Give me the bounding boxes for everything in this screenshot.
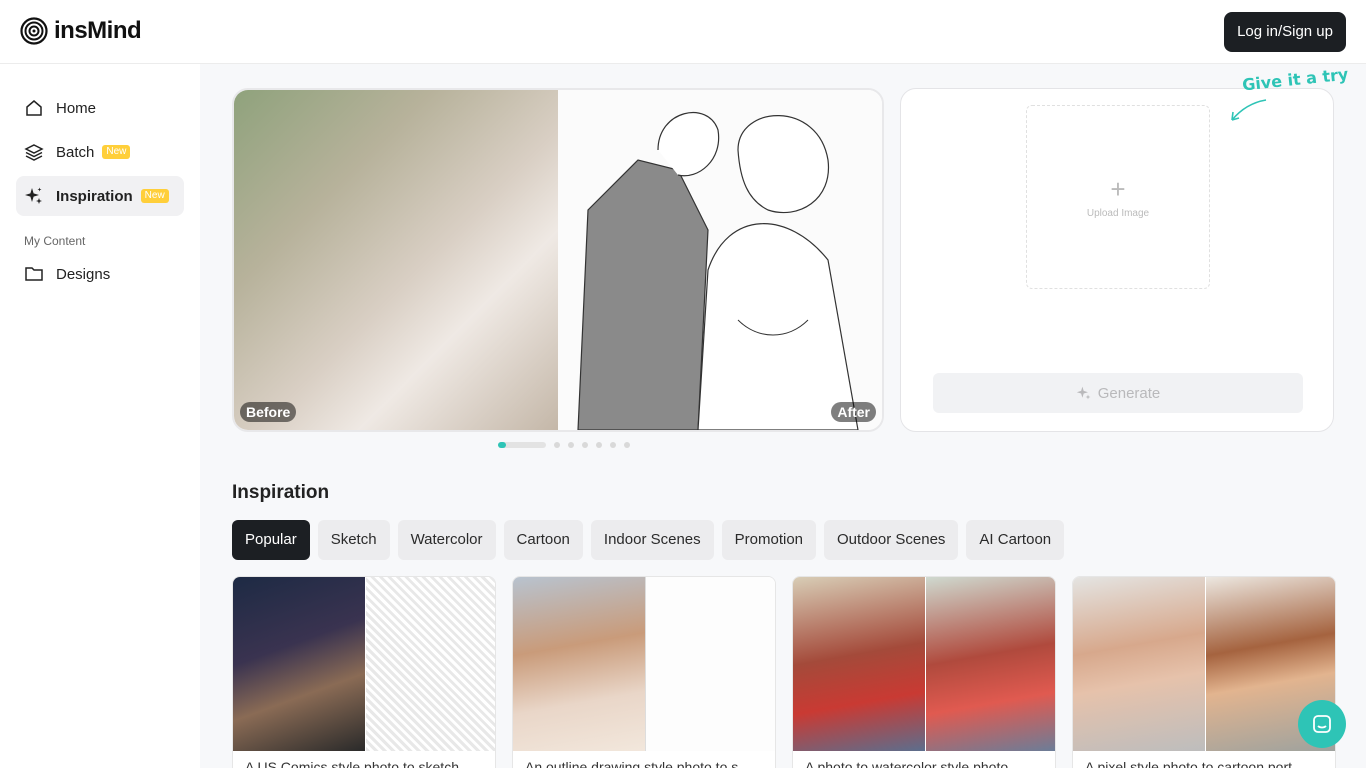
tab-promotion[interactable]: Promotion [721, 520, 817, 560]
carousel-dot[interactable] [554, 442, 560, 448]
card-thumbnail [233, 577, 495, 751]
before-label: Before [240, 402, 297, 422]
inspiration-card[interactable]: A US Comics style photo to sketch [232, 576, 496, 768]
curved-arrow-icon [1231, 99, 1267, 121]
sparkle-icon [25, 187, 42, 204]
carousel-dot[interactable] [582, 442, 588, 448]
main-content: Before After + Upload Image Generate Giv… [200, 64, 1366, 768]
login-signup-button[interactable]: Log in/Sign up [1224, 12, 1346, 52]
inspiration-card-grid: A US Comics style photo to sketch An out… [232, 576, 1336, 768]
sidebar-item-inspiration[interactable]: Inspiration New [16, 176, 184, 216]
inspiration-card[interactable]: An outline drawing style photo to s [512, 576, 776, 768]
upload-panel: + Upload Image Generate [900, 88, 1334, 432]
new-badge: New [140, 189, 169, 203]
after-sketch-photo [558, 90, 882, 430]
sidebar-item-batch[interactable]: Batch New [16, 132, 184, 172]
carousel-dot[interactable] [596, 442, 602, 448]
upload-image-label: Upload Image [1086, 207, 1150, 219]
logo-mark-icon [20, 17, 48, 45]
card-title: A pixel style photo to cartoon port [1085, 759, 1293, 768]
new-badge: New [102, 145, 131, 159]
inspiration-card[interactable]: A pixel style photo to cartoon port [1072, 576, 1336, 768]
chat-icon [1313, 715, 1331, 733]
tab-watercolor[interactable]: Watercolor [397, 520, 496, 560]
home-icon [26, 100, 42, 116]
sidebar-item-designs[interactable]: Designs [16, 254, 184, 294]
carousel-dot[interactable] [568, 442, 574, 448]
plus-icon: + [1110, 173, 1126, 204]
card-thumbnail [1073, 577, 1335, 751]
generate-label: Generate [1097, 384, 1161, 402]
layers-icon [24, 144, 44, 161]
sidebar-item-home[interactable]: Home [16, 88, 184, 128]
inspiration-section-title: Inspiration [232, 482, 330, 503]
logo[interactable]: insMind [20, 17, 142, 45]
before-after-carousel[interactable]: Before After [232, 88, 884, 432]
card-title: A photo to watercolor style photo [805, 759, 1009, 768]
inspiration-tabs: Popular Sketch Watercolor Cartoon Indoor… [232, 520, 1065, 560]
carousel-pagination [498, 442, 630, 448]
card-thumbnail [793, 577, 1055, 751]
sparkle-icon [1076, 386, 1091, 400]
tab-indoor-scenes[interactable]: Indoor Scenes [590, 520, 714, 560]
folder-icon [25, 267, 43, 281]
tab-sketch[interactable]: Sketch [317, 520, 390, 560]
sidebar-item-label: Inspiration [56, 187, 133, 205]
sidebar-item-label: Home [56, 99, 97, 117]
tab-cartoon[interactable]: Cartoon [503, 520, 583, 560]
after-label: After [831, 402, 876, 422]
sidebar: Home Batch New Inspiration New My Conten… [0, 64, 200, 768]
logo-text: insMind [54, 17, 142, 44]
tab-outdoor-scenes[interactable]: Outdoor Scenes [824, 520, 959, 560]
card-title: A US Comics style photo to sketch [245, 759, 459, 768]
carousel-dot-active[interactable] [498, 442, 546, 448]
my-content-section-label: My Content [24, 234, 86, 248]
top-header: insMind Log in/Sign up [0, 0, 1366, 64]
tab-ai-cartoon[interactable]: AI Cartoon [966, 520, 1065, 560]
carousel-dot[interactable] [624, 442, 630, 448]
upload-image-dropzone[interactable]: + Upload Image [1026, 105, 1210, 289]
sidebar-item-label: Batch [56, 143, 95, 161]
tab-popular[interactable]: Popular [232, 520, 310, 560]
before-photo [234, 90, 558, 430]
sketch-illustration-icon [577, 112, 859, 430]
card-thumbnail [513, 577, 775, 751]
chat-support-button[interactable] [1298, 700, 1346, 748]
sidebar-item-label: Designs [56, 265, 111, 283]
carousel-dot[interactable] [610, 442, 616, 448]
inspiration-card[interactable]: A photo to watercolor style photo [792, 576, 1056, 768]
generate-button[interactable]: Generate [933, 373, 1303, 413]
card-title: An outline drawing style photo to s [525, 759, 739, 768]
